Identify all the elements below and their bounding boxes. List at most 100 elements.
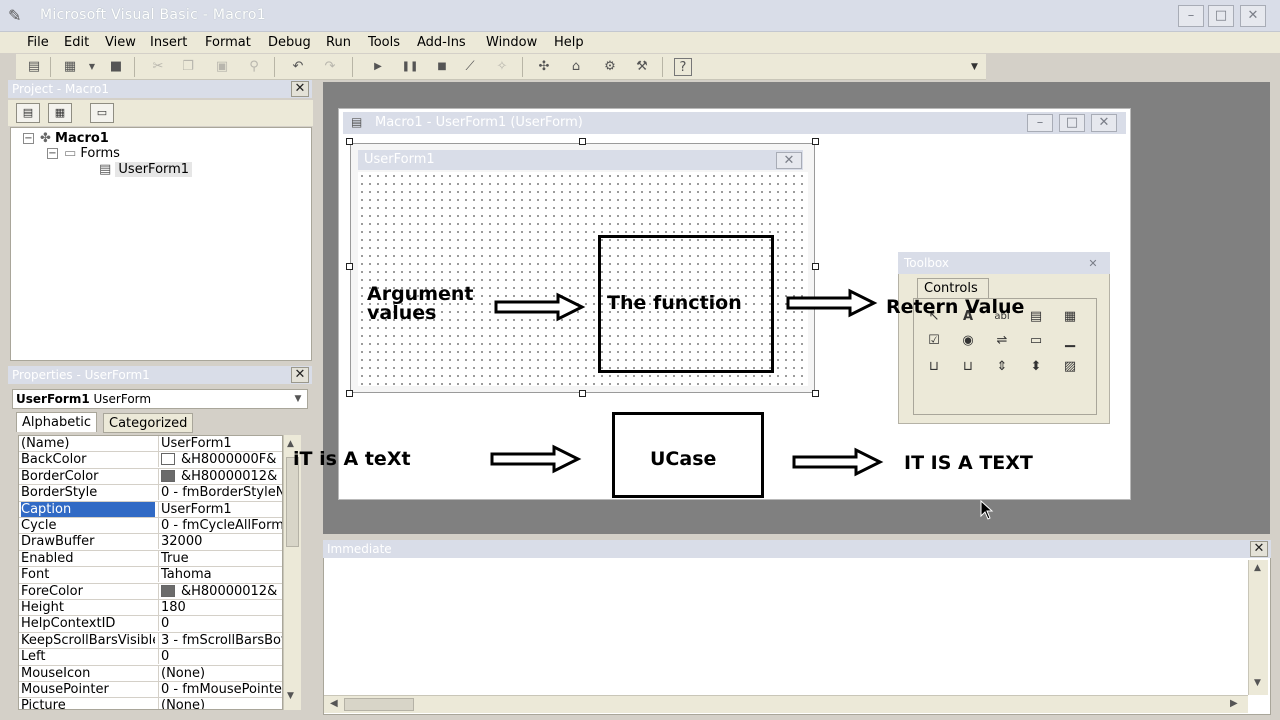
property-row[interactable]: Font Tahoma xyxy=(19,567,282,584)
property-value[interactable]: &H8000000F& xyxy=(158,452,282,468)
togglebutton-tool-icon[interactable]: ⇌ xyxy=(990,331,1014,351)
property-row[interactable]: Caption UserForm1 xyxy=(19,501,282,518)
properties-window-icon[interactable]: ⌂ xyxy=(566,58,586,76)
designer-close-button[interactable]: ✕ xyxy=(1091,114,1117,132)
design-mode-icon[interactable]: ⟋ xyxy=(460,58,480,76)
toggle-folders-icon[interactable]: ▭ xyxy=(90,103,114,123)
maximize-button[interactable]: □ xyxy=(1208,5,1234,27)
property-row[interactable]: MousePointer 0 - fmMousePointerDefault xyxy=(19,682,282,699)
undo-icon[interactable]: ↶ xyxy=(288,58,308,76)
resize-handle[interactable] xyxy=(812,390,819,397)
menu-tools[interactable]: Tools xyxy=(368,35,400,50)
scroll-right-icon[interactable]: ▶ xyxy=(1230,698,1238,709)
multipage-tool-icon[interactable]: ⊔ xyxy=(956,357,980,377)
object-browser-icon[interactable]: ⚙ xyxy=(600,58,620,76)
listbox-tool-icon[interactable]: ▦ xyxy=(1058,307,1082,327)
find-icon[interactable]: ⚲ xyxy=(244,58,264,76)
immediate-close-icon[interactable]: ✕ xyxy=(1250,541,1268,557)
menu-window[interactable]: Window xyxy=(486,35,537,50)
copy-icon[interactable]: ❐ xyxy=(178,58,198,76)
scroll-thumb[interactable] xyxy=(344,698,414,711)
checkbox-tool-icon[interactable]: ☑ xyxy=(922,331,946,351)
menu-help[interactable]: Help xyxy=(554,35,584,50)
combobox-tool-icon[interactable]: ▤ xyxy=(1024,307,1048,327)
optionbutton-tool-icon[interactable]: ◉ xyxy=(956,331,980,351)
resize-handle[interactable] xyxy=(346,263,353,270)
collapse-icon[interactable]: − xyxy=(47,148,58,159)
property-row[interactable]: Left 0 xyxy=(19,649,282,666)
designer-maximize-button[interactable]: □ xyxy=(1059,114,1085,132)
chevron-down-icon[interactable]: ▼ xyxy=(291,392,305,406)
project-close-icon[interactable]: ✕ xyxy=(291,81,309,97)
property-row[interactable]: KeepScrollBarsVisible 3 - fmScrollBarsBot… xyxy=(19,632,282,650)
project-explorer-icon[interactable]: ✣ xyxy=(534,58,554,76)
property-row[interactable]: (Name) UserForm1 xyxy=(19,436,282,453)
scroll-up-icon[interactable]: ▲ xyxy=(1254,563,1261,573)
immediate-window[interactable] xyxy=(323,540,1271,715)
property-value[interactable]: 32000 xyxy=(158,534,282,550)
property-value[interactable]: Tahoma xyxy=(158,567,282,583)
immediate-vscrollbar[interactable]: ▲ ▼ xyxy=(1248,560,1268,695)
resize-handle[interactable] xyxy=(346,390,353,397)
redo-icon[interactable]: ↷ xyxy=(320,58,340,76)
tree-folder[interactable]: − ▭ Forms xyxy=(47,146,120,161)
menu-edit[interactable]: Edit xyxy=(64,35,89,50)
scroll-down-icon[interactable]: ▼ xyxy=(1254,678,1261,688)
tree-item-userform[interactable]: ▤ UserForm1 xyxy=(99,162,193,177)
insert-userform-icon[interactable]: ▦ xyxy=(60,58,80,76)
property-value[interactable]: 180 xyxy=(158,600,282,615)
spinbutton-tool-icon[interactable]: ⬍ xyxy=(1024,357,1048,377)
property-row[interactable]: Cycle 0 - fmCycleAllForms xyxy=(19,518,282,535)
toolbar-options-chevron-icon[interactable]: ▼ xyxy=(971,62,978,72)
help-icon[interactable]: ? xyxy=(674,58,692,76)
view-object-icon[interactable]: ▦ xyxy=(48,103,72,123)
scroll-thumb[interactable] xyxy=(286,457,299,547)
property-value[interactable]: 0 - fmMousePointerDefault xyxy=(158,682,282,697)
property-scrollbar[interactable]: ▲ ▼ xyxy=(283,435,301,710)
menu-file[interactable]: File xyxy=(27,35,49,50)
reset-icon[interactable]: ■ xyxy=(432,58,452,76)
commandbutton-tool-icon[interactable]: ▁ xyxy=(1058,331,1082,351)
break-icon[interactable]: ❚❚ xyxy=(400,58,420,76)
toolbox-close-icon[interactable]: ✕ xyxy=(1084,256,1102,271)
resize-handle[interactable] xyxy=(812,263,819,270)
userform-close-button[interactable]: ✕ xyxy=(776,152,802,169)
property-value[interactable]: True xyxy=(158,550,282,566)
designer-minimize-button[interactable]: – xyxy=(1027,114,1053,132)
minimize-button[interactable]: – xyxy=(1178,5,1204,27)
image-tool-icon[interactable]: ▨ xyxy=(1058,357,1082,377)
tabstrip-tool-icon[interactable]: ⊔ xyxy=(922,357,946,377)
property-row[interactable]: BackColor &H8000000F& xyxy=(19,452,282,469)
resize-handle[interactable] xyxy=(812,138,819,145)
property-value[interactable]: 0 xyxy=(158,616,282,632)
property-value[interactable]: &H80000012& xyxy=(158,583,282,599)
tree-root[interactable]: − ✤ Macro1 xyxy=(23,131,109,146)
run-icon[interactable]: ▶ xyxy=(368,58,388,76)
resize-handle[interactable] xyxy=(579,390,586,397)
property-row[interactable]: MouseIcon (None) xyxy=(19,665,282,682)
close-button[interactable]: ✕ xyxy=(1240,5,1266,27)
property-row[interactable]: Height 180 xyxy=(19,600,282,617)
tab-alphabetic[interactable]: Alphabetic xyxy=(16,412,98,432)
menu-debug[interactable]: Debug xyxy=(268,35,311,50)
tab-categorized[interactable]: Categorized xyxy=(103,413,194,433)
toolbox-icon[interactable]: ⚒ xyxy=(632,58,652,76)
paste-icon[interactable]: ▣ xyxy=(212,58,232,76)
property-row[interactable]: Picture (None) xyxy=(19,698,282,709)
property-value[interactable]: &H80000012& xyxy=(158,468,282,484)
property-row[interactable]: Enabled True xyxy=(19,550,282,568)
immediate-hscrollbar[interactable]: ◀ ▶ xyxy=(324,695,1248,713)
resize-handle[interactable] xyxy=(579,138,586,145)
menu-view[interactable]: View xyxy=(105,35,136,50)
menu-run[interactable]: Run xyxy=(326,35,351,50)
scroll-down-icon[interactable]: ▼ xyxy=(287,691,294,701)
properties-close-icon[interactable]: ✕ xyxy=(291,367,309,383)
object-selector[interactable]: UserForm1 UserForm ▼ xyxy=(12,389,308,409)
menu-add-ins[interactable]: Add-Ins xyxy=(417,35,466,50)
property-row[interactable]: DrawBuffer 32000 xyxy=(19,534,282,551)
menu-format[interactable]: Format xyxy=(205,35,251,50)
property-row[interactable]: BorderColor &H80000012& xyxy=(19,468,282,486)
property-value[interactable]: 0 - fmCycleAllForms xyxy=(158,518,282,533)
property-value[interactable]: 0 - fmBorderStyleNone xyxy=(158,485,282,501)
property-value[interactable]: (None) xyxy=(158,665,282,681)
